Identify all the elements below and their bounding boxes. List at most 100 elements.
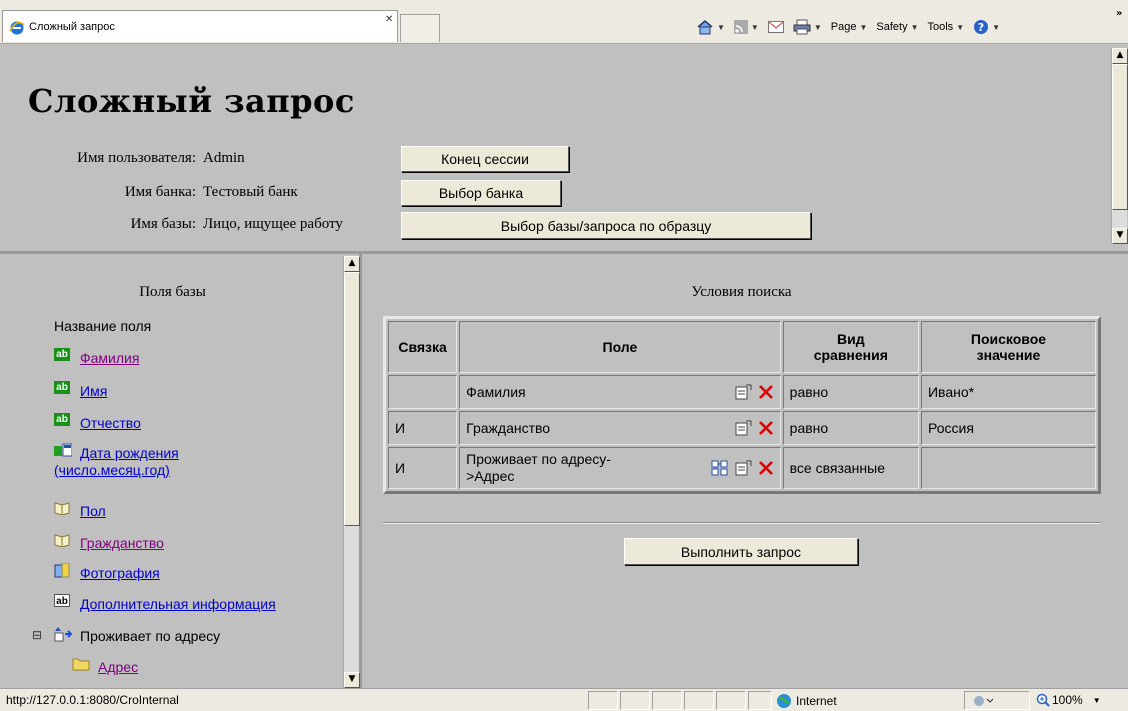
tab-close-icon[interactable]: ✕ (385, 14, 393, 25)
scroll-thumb[interactable] (1112, 64, 1128, 210)
delete-condition-icon[interactable] (758, 460, 774, 476)
cell-field: Гражданство (459, 411, 781, 445)
column-header-value-line2: значение (976, 347, 1041, 363)
cell-comparison: равно (782, 375, 919, 409)
rss-feed-icon (733, 20, 748, 34)
run-query-button[interactable]: Выполнить запрос (624, 538, 858, 565)
zoom-level: 100% (1052, 693, 1083, 707)
table-row: И Проживает по адресу- >Адрес все связанн… (388, 447, 1096, 489)
tools-menu[interactable]: Tools ▼ (928, 21, 965, 33)
globe-icon (777, 694, 791, 708)
status-cell (716, 691, 746, 710)
column-header-comparison-line2: сравнения (813, 347, 888, 363)
status-cell (588, 691, 618, 710)
toolbar-overflow-icon[interactable]: » (1116, 8, 1122, 19)
cell-comparison: равно (782, 411, 919, 445)
cell-field-text: Проживает по адресу- >Адрес (466, 451, 611, 485)
text-field-icon: ab (54, 348, 70, 361)
field-name-header: Название поля (54, 318, 152, 334)
fields-frame: Поля базы Название поля ab Фамилия ab Им… (0, 254, 362, 688)
new-tab-button[interactable] (400, 14, 440, 42)
user-label: Имя пользователя: (77, 150, 196, 166)
subfield-link-address[interactable]: Адрес (98, 659, 138, 675)
bank-value: Тестовый банк (203, 184, 298, 200)
delete-condition-icon[interactable] (758, 420, 774, 436)
mail-button[interactable] (767, 21, 784, 33)
field-link-firstname[interactable]: Имя (80, 383, 107, 399)
divider (383, 522, 1101, 524)
table-row: Фамилия равно Ивано* (388, 375, 1096, 409)
column-header-field-text: Поле (602, 339, 638, 355)
collapse-toggle-icon[interactable]: ⊟ (32, 628, 42, 642)
fields-scrollbar[interactable]: ▲ ▼ (343, 256, 360, 688)
protected-mode-cell[interactable] (964, 691, 1030, 710)
field-link-patronymic[interactable]: Отчество (80, 415, 141, 431)
cell-field-text: Гражданство (466, 420, 551, 436)
scroll-down-icon[interactable]: ▼ (1112, 228, 1128, 244)
column-header-value: Поисковое значение (920, 321, 1096, 373)
status-cell (684, 691, 714, 710)
header-scrollbar[interactable]: ▲ ▼ (1111, 48, 1128, 244)
field-link-birthdate-format[interactable]: (число.месяц.год) (54, 462, 170, 478)
cell-link: И (388, 411, 458, 445)
header-frame: Сложный запрос Имя пользователя: Admin И… (0, 44, 1128, 254)
edit-condition-icon[interactable] (735, 420, 752, 436)
field-link-photo[interactable]: Фотография (80, 565, 160, 581)
scroll-down-icon[interactable]: ▼ (344, 672, 360, 688)
select-db-button[interactable]: Выбор базы/запроса по образцу (401, 212, 811, 239)
dictionary-field-icon (54, 534, 70, 547)
security-zone[interactable]: Internet (776, 693, 837, 709)
cell-value: Россия (920, 411, 1096, 445)
help-button[interactable]: ? ▼ (973, 19, 1000, 35)
field-link-birthdate[interactable]: Дата рождения (80, 445, 179, 461)
column-header-link-text: Связка (398, 339, 447, 355)
cell-comparison: все связанные (782, 447, 919, 489)
cell-link (388, 375, 458, 409)
page-menu-label: Page (830, 21, 857, 33)
tab-title: Сложный запрос (29, 21, 115, 33)
select-bank-button[interactable]: Выбор банка (401, 180, 561, 206)
safety-menu[interactable]: Safety ▼ (876, 21, 918, 33)
page-menu[interactable]: Page ▼ (831, 21, 868, 33)
browser-toolbar: Сложный запрос ✕ ▼ ▼ ▼ Page ▼ Safety ▼ Too… (0, 0, 1128, 44)
cell-field-text-line2: >Адрес (466, 468, 515, 484)
print-button[interactable]: ▼ (793, 19, 822, 35)
end-session-button[interactable]: Конец сессии (401, 146, 569, 172)
status-cell (620, 691, 650, 710)
field-link-citizenship[interactable]: Гражданство (80, 535, 164, 551)
group-label: Проживает по адресу (80, 628, 221, 644)
zoom-control[interactable]: 100% ▼ (1036, 693, 1101, 707)
page-title: Сложный запрос (28, 82, 355, 120)
date-field-icon (54, 443, 72, 457)
conditions-table: Связка Поле Вид сравнения Поисковое значен… (383, 316, 1101, 494)
tools-menu-label: Tools (927, 21, 954, 33)
field-link-gender[interactable]: Пол (80, 503, 106, 519)
ie-logo-icon (9, 21, 25, 35)
linked-fields-icon[interactable] (711, 460, 729, 476)
help-icon: ? (974, 20, 989, 34)
delete-condition-icon[interactable] (758, 384, 774, 400)
scroll-up-icon[interactable]: ▲ (1112, 48, 1128, 64)
edit-condition-icon[interactable] (735, 460, 752, 476)
cell-field-text-line1: Проживает по адресу- (466, 451, 611, 467)
column-header-link: Связка (388, 321, 458, 373)
command-bar: ▼ ▼ ▼ Page ▼ Safety ▼ Tools ▼ ? ▼ (696, 14, 1009, 40)
field-link-lastname[interactable]: Фамилия (80, 350, 139, 366)
feeds-button[interactable]: ▼ (733, 20, 759, 34)
conditions-title: Условия поиска (691, 284, 792, 300)
scroll-up-icon[interactable]: ▲ (344, 256, 360, 272)
scroll-thumb[interactable] (344, 272, 360, 526)
protected-mode-icon (974, 696, 993, 706)
edit-condition-icon[interactable] (735, 384, 752, 400)
security-zone-label: Internet (796, 694, 837, 708)
browser-tab[interactable]: Сложный запрос ✕ (2, 10, 398, 42)
browser-window: Сложный запрос ✕ ▼ ▼ ▼ Page ▼ Safety ▼ Too… (0, 0, 1128, 711)
zoom-dropdown-icon[interactable]: ▼ (1093, 696, 1101, 705)
db-value: Лицо, ищущее работу (203, 216, 343, 232)
zoom-icon (1036, 693, 1050, 707)
bank-label: Имя банка: (124, 184, 196, 200)
home-button[interactable]: ▼ (696, 19, 725, 35)
field-link-extra-info[interactable]: Дополнительная информация (80, 596, 276, 612)
dictionary-field-icon (54, 502, 70, 515)
cell-field-text: Фамилия (466, 384, 526, 400)
